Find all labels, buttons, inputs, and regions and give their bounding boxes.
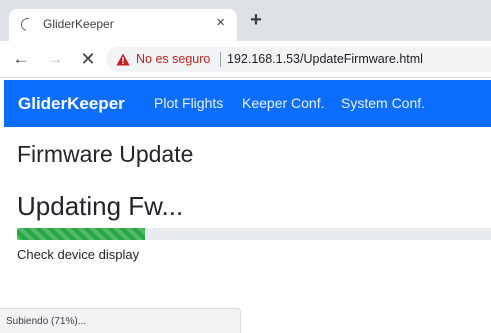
page-title: Firmware Update — [17, 141, 194, 167]
warning-triangle-icon[interactable] — [116, 53, 130, 66]
nav-link-plot-flights[interactable]: Plot Flights — [154, 95, 223, 111]
address-bar[interactable]: No es seguro 192.168.1.53/UpdateFirmware… — [106, 47, 491, 72]
update-status-heading: Updating Fw... — [17, 191, 184, 221]
url-text[interactable]: 192.168.1.53/UpdateFirmware.html — [227, 52, 423, 66]
browser-toolbar: ← → ✕ No es seguro 192.168.1.53/UpdateFi… — [0, 41, 491, 78]
tab-title: GliderKeeper — [43, 17, 114, 31]
navbar-brand[interactable]: GliderKeeper — [18, 94, 125, 114]
tab-gliderkeeper[interactable]: GliderKeeper × — [9, 9, 237, 41]
nav-link-keeper-conf[interactable]: Keeper Conf. — [242, 95, 325, 111]
status-bubble: Subiendo (71%)... — [0, 308, 241, 333]
browser-window: GliderKeeper × + ← → ✕ No es seguro 192.… — [0, 0, 491, 333]
firmware-progress-bar — [17, 228, 491, 240]
tab-strip: GliderKeeper × + — [0, 0, 491, 41]
forward-button[interactable]: → — [44, 48, 66, 70]
security-status[interactable]: No es seguro — [136, 52, 210, 66]
new-tab-button[interactable]: + — [245, 10, 267, 32]
nav-link-system-conf[interactable]: System Conf. — [341, 95, 425, 111]
close-tab-icon[interactable]: × — [216, 15, 225, 31]
hint-text: Check device display — [17, 247, 140, 262]
loading-spinner-icon — [18, 15, 37, 34]
site-navbar: GliderKeeper Plot Flights Keeper Conf. S… — [4, 80, 491, 127]
stop-loading-button[interactable]: ✕ — [77, 48, 99, 70]
back-button[interactable]: ← — [10, 48, 32, 70]
address-separator — [220, 52, 221, 67]
progress-fill — [17, 228, 145, 240]
status-text: Subiendo (71%)... — [6, 316, 87, 327]
